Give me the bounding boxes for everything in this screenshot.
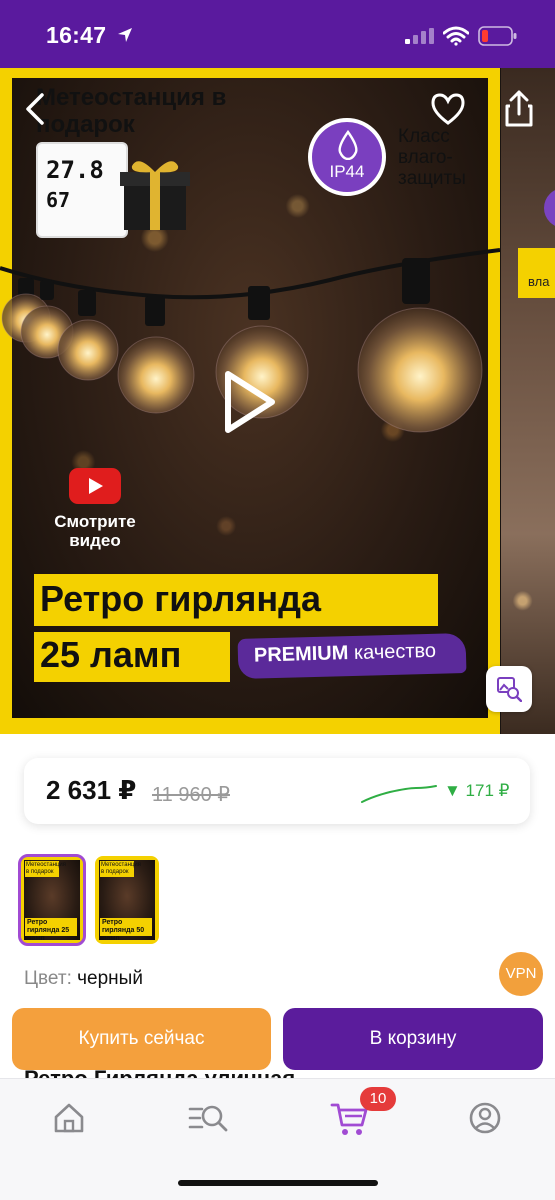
promo-title-line-2: 25 ламп xyxy=(40,634,182,675)
wifi-icon xyxy=(442,26,470,51)
product-image-next[interactable] xyxy=(501,68,555,734)
ip-rating-caption: Класс влаго-защиты xyxy=(398,126,466,189)
visual-search-button[interactable] xyxy=(486,666,532,712)
ip-rating-label: IP44 xyxy=(329,162,365,181)
quality-word: качество xyxy=(353,639,437,664)
watch-video-label: Смотрите видео xyxy=(54,512,136,550)
color-value: черный xyxy=(77,968,143,989)
color-selection: Цвет: черный xyxy=(24,968,143,990)
old-price: 11 960 ₽ xyxy=(152,784,230,806)
watch-video-link[interactable]: Смотрите видео xyxy=(40,468,150,550)
next-slide-text: вла xyxy=(528,274,550,289)
vpn-badge[interactable]: VPN xyxy=(499,952,543,996)
color-label: Цвет: xyxy=(24,968,72,989)
cart-count-badge: 10 xyxy=(360,1087,396,1111)
profile-tab-icon[interactable] xyxy=(468,1101,502,1140)
share-icon[interactable] xyxy=(504,90,534,133)
gift-box-icon xyxy=(120,156,190,232)
catalog-search-tab-icon[interactable] xyxy=(188,1101,230,1140)
cell-signal-icon xyxy=(405,28,435,49)
price-trend-sparkline xyxy=(360,776,440,811)
image-search-icon xyxy=(497,677,522,702)
variant-thumbnail-50[interactable]: Метеостанция в подарок Ретро гирлянда 50… xyxy=(95,856,159,944)
home-tab-icon[interactable] xyxy=(52,1101,86,1140)
variant-caption: Ретро гирлянда 50 ламп xyxy=(100,918,152,942)
promo-gift-title: Метеостанция в подарок xyxy=(36,84,227,138)
weather-humidity: 67 xyxy=(46,188,71,212)
location-arrow-icon xyxy=(116,26,134,49)
next-slide-card xyxy=(518,248,555,298)
add-to-cart-button[interactable]: В корзину xyxy=(283,1008,543,1070)
back-button[interactable] xyxy=(22,92,52,131)
current-price: 2 631 ₽ xyxy=(46,775,137,805)
home-indicator xyxy=(178,1180,378,1186)
weather-station-image: 27.8 67 xyxy=(36,142,128,238)
favorite-heart-icon[interactable] xyxy=(430,92,466,131)
status-time: 16:47 xyxy=(46,22,107,48)
youtube-play-icon xyxy=(69,468,121,504)
variant-top-text: Метеостанция в подарок xyxy=(25,861,66,877)
premium-word: PREMIUM xyxy=(253,642,349,667)
battery-low-icon xyxy=(478,26,518,51)
variant-top-text: Метеостанция в подарок xyxy=(100,861,141,877)
weather-temperature: 27.8 xyxy=(46,156,104,184)
status-bar: 16:47 xyxy=(0,0,555,68)
premium-quality-ribbon: PREMIUM качество xyxy=(237,633,467,679)
buy-now-button[interactable]: Купить сейчас xyxy=(12,1008,271,1070)
water-drop-icon xyxy=(336,129,360,165)
promo-title-line-1: Ретро гирлянда xyxy=(40,578,321,619)
variant-caption: Ретро гирлянда 25 ламп xyxy=(25,918,77,942)
ip-rating-badge: IP44 xyxy=(308,118,386,196)
price-card[interactable]: 2 631 ₽ 11 960 ₽ ▼ 171 ₽ xyxy=(24,758,530,824)
play-video-icon[interactable] xyxy=(218,370,278,439)
garland-illustration xyxy=(0,248,500,433)
price-drop-value: ▼ 171 ₽ xyxy=(444,781,510,800)
variant-thumbnail-25[interactable]: Метеостанция в подарок Ретро гирлянда 25… xyxy=(18,854,86,946)
